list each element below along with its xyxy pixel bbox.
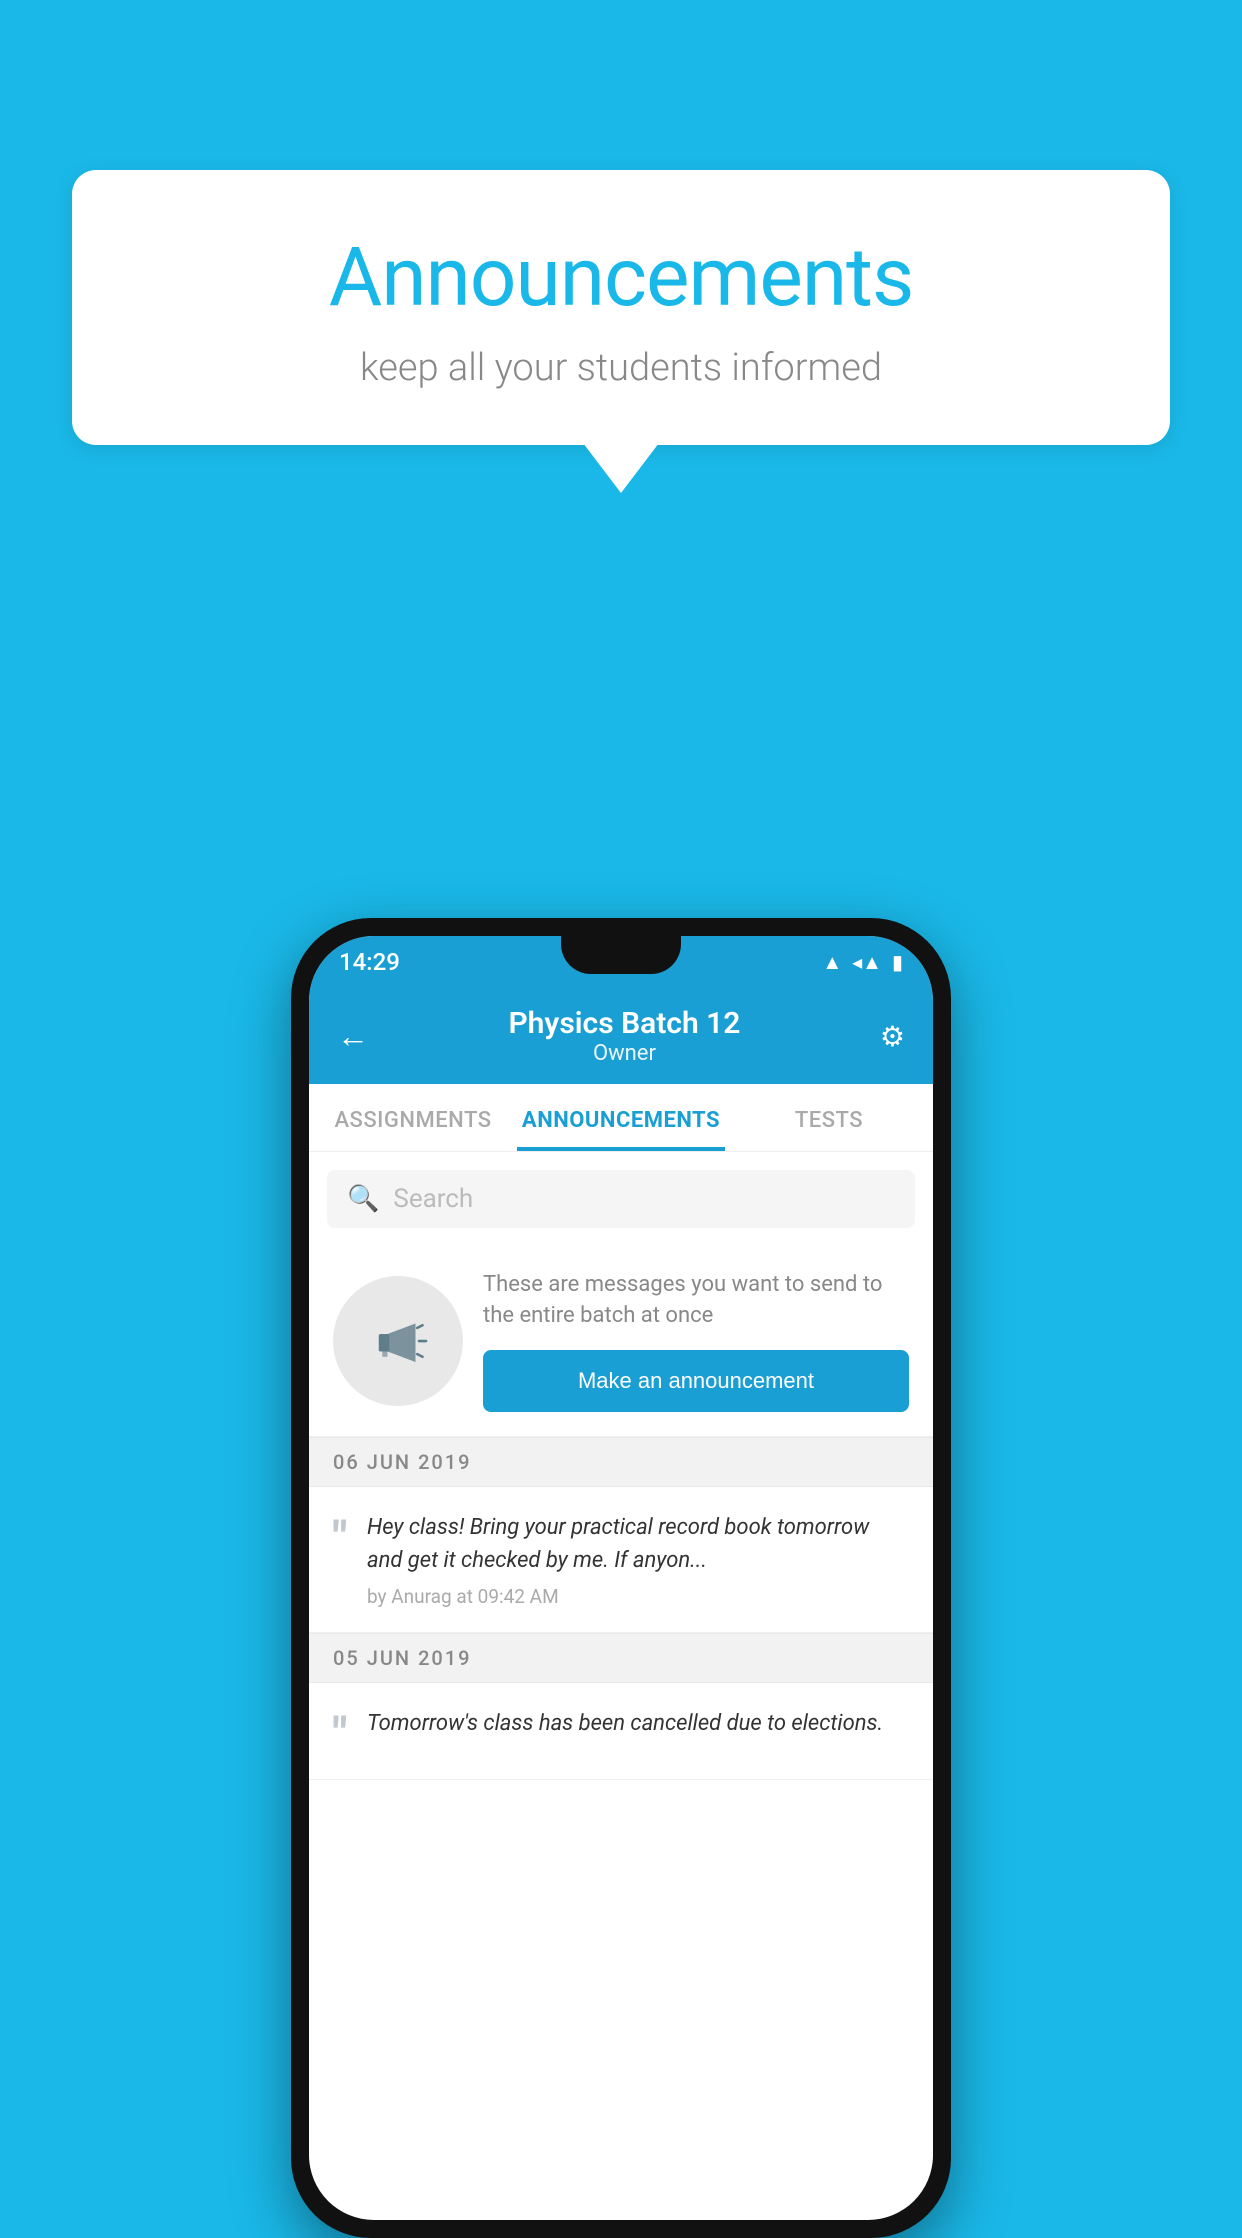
header-title-group: Physics Batch 12 Owner [369,1006,880,1066]
speech-bubble-container: Announcements keep all your students inf… [72,170,1170,445]
tab-tests[interactable]: TESTS [725,1084,933,1151]
promo-content: These are messages you want to send to t… [483,1270,909,1412]
megaphone-icon [363,1306,433,1376]
battery-icon: ▮ [892,950,903,974]
speech-bubble: Announcements keep all your students inf… [72,170,1170,445]
announcement-text-1: Hey class! Bring your practical record b… [367,1511,909,1577]
date-separator-2: 05 JUN 2019 [309,1633,933,1683]
promo-description: These are messages you want to send to t… [483,1270,909,1332]
tab-announcements[interactable]: ANNOUNCEMENTS [517,1084,725,1151]
quote-icon-2: " [333,1711,347,1755]
announcement-text-2: Tomorrow's class has been cancelled due … [367,1707,883,1740]
batch-role: Owner [369,1041,880,1066]
status-time: 14:29 [339,948,400,976]
promo-section: These are messages you want to send to t… [309,1246,933,1437]
app-header: ← Physics Batch 12 Owner ⚙ [309,988,933,1084]
date-separator-1: 06 JUN 2019 [309,1437,933,1487]
status-bar: 14:29 ▲ ◂▲ ▮ [309,936,933,988]
make-announcement-button[interactable]: Make an announcement [483,1350,909,1412]
announcements-subtitle: keep all your students informed [122,346,1120,390]
phone-mockup: 14:29 ▲ ◂▲ ▮ ← Physics Batch 12 Owner ⚙ … [291,918,951,2238]
promo-icon-circle [333,1276,463,1406]
tab-assignments[interactable]: ASSIGNMENTS [309,1084,517,1151]
search-placeholder: Search [393,1184,473,1214]
announcement-item-1[interactable]: " Hey class! Bring your practical record… [309,1487,933,1633]
back-button[interactable]: ← [337,1017,369,1055]
search-bar[interactable]: 🔍 Search [327,1170,915,1228]
notch [561,936,681,974]
announcements-heading: Announcements [122,230,1120,326]
announcement-content-1: Hey class! Bring your practical record b… [367,1511,909,1608]
announcement-meta-1: by Anurag at 09:42 AM [367,1585,909,1608]
announcement-item-2[interactable]: " Tomorrow's class has been cancelled du… [309,1683,933,1780]
search-icon: 🔍 [347,1184,379,1214]
signal-icon: ◂▲ [852,950,882,975]
wifi-icon: ▲ [822,950,842,975]
quote-icon-1: " [333,1515,347,1559]
tabs-bar: ASSIGNMENTS ANNOUNCEMENTS TESTS [309,1084,933,1152]
status-icons: ▲ ◂▲ ▮ [822,950,903,975]
announcement-content-2: Tomorrow's class has been cancelled due … [367,1707,883,1748]
batch-title: Physics Batch 12 [369,1006,880,1041]
phone-screen: 14:29 ▲ ◂▲ ▮ ← Physics Batch 12 Owner ⚙ … [309,936,933,2220]
settings-gear-icon[interactable]: ⚙ [880,1020,905,1053]
